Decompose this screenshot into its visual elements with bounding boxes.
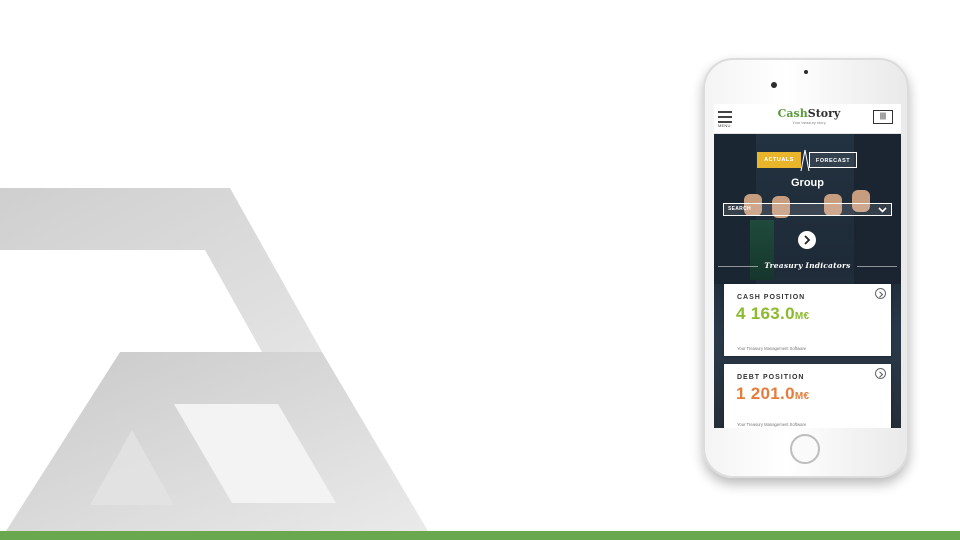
brand-logo[interactable]: CashStory Your treasury story xyxy=(776,108,842,126)
section-divider-right xyxy=(857,266,897,267)
phone-mockup: MENU CashStory Your treasury story ||| A… xyxy=(703,58,909,478)
card-value-number: 4 163.0 xyxy=(736,304,795,323)
brand-name: CashStory xyxy=(776,108,842,120)
card-title: CASH POSITION xyxy=(737,294,806,301)
hero-section: ACTUALS FORECAST Group SEARCH Treasury I… xyxy=(714,134,901,428)
menu-label: MENU xyxy=(718,123,731,128)
cash-position-card[interactable]: CASH POSITION 4 163.0M€ Your Treasury Ma… xyxy=(724,284,891,356)
hamburger-line xyxy=(718,116,732,118)
brand-name-cash: Cash xyxy=(777,107,808,120)
phone-speaker xyxy=(804,70,808,74)
chevron-right-icon xyxy=(804,235,811,245)
forecast-toggle[interactable]: FORECAST xyxy=(809,152,857,168)
card-value: 1 201.0M€ xyxy=(736,384,809,404)
brand-tagline: Your treasury story xyxy=(792,120,826,125)
chevron-right-icon xyxy=(879,290,884,298)
entity-title: Group xyxy=(791,177,824,189)
brand-name-story: Story xyxy=(807,107,841,120)
card-value-unit: M€ xyxy=(794,311,810,322)
search-label: SEARCH xyxy=(728,206,751,212)
search-select[interactable]: SEARCH xyxy=(723,203,892,216)
card-value: 4 163.0M€ xyxy=(736,304,809,324)
phone-screen: MENU CashStory Your treasury story ||| A… xyxy=(714,104,901,428)
app-header: MENU CashStory Your treasury story ||| xyxy=(714,104,901,134)
hamburger-icon xyxy=(718,111,732,113)
card-open-button[interactable] xyxy=(875,288,886,299)
card-value-unit: M€ xyxy=(794,391,810,402)
card-open-button[interactable] xyxy=(875,368,886,379)
hero-photo-plant xyxy=(750,220,774,280)
phone-home-button[interactable] xyxy=(790,434,820,464)
chevron-right-icon xyxy=(879,370,884,378)
debt-position-card[interactable]: DEBT POSITION 1 201.0M€ Your Treasury Ma… xyxy=(724,364,891,428)
bottom-accent-bar xyxy=(0,531,960,540)
card-subtitle: Your Treasury Management Software xyxy=(737,422,807,427)
chevron-down-icon xyxy=(878,207,887,213)
next-arrow-button[interactable] xyxy=(798,231,816,249)
menu-button[interactable]: MENU xyxy=(718,111,734,129)
card-subtitle: Your Treasury Management Software xyxy=(737,346,807,351)
actuals-toggle[interactable]: ACTUALS xyxy=(757,152,801,168)
columns-icon-button[interactable]: ||| xyxy=(873,110,893,124)
phone-camera xyxy=(771,82,777,88)
card-title: DEBT POSITION xyxy=(737,374,805,381)
card-value-number: 1 201.0 xyxy=(736,384,795,403)
